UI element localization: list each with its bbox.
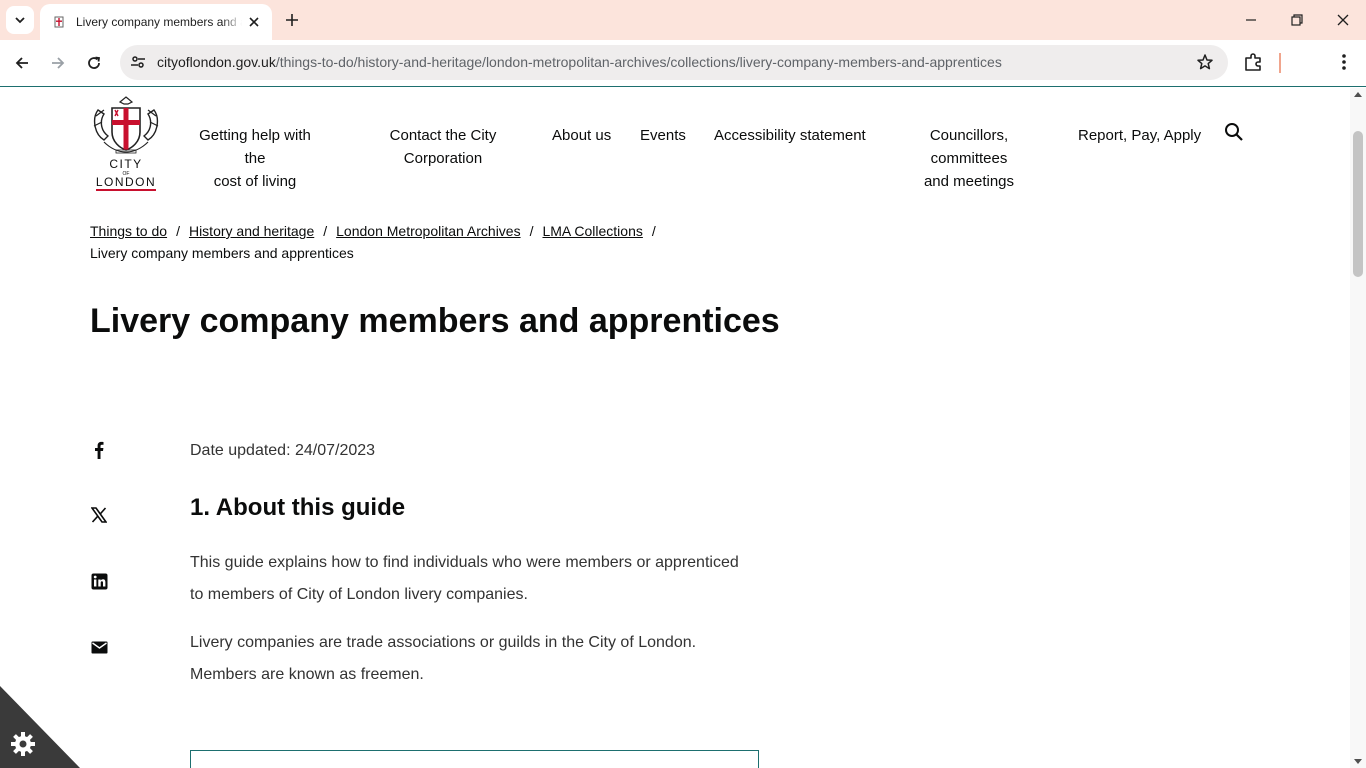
breadcrumb-separator: /: [176, 223, 180, 239]
scroll-up-arrow-icon[interactable]: [1354, 91, 1362, 97]
cookie-settings-button[interactable]: [0, 686, 80, 768]
logo-text-city: CITY: [109, 157, 142, 171]
search-icon[interactable]: [1224, 122, 1244, 142]
nav-events[interactable]: Events: [640, 124, 686, 147]
bookmark-star-icon[interactable]: [1196, 53, 1214, 71]
nav-label: cost of living: [213, 173, 297, 190]
site-info-tune-icon[interactable]: [130, 54, 146, 70]
url-path: /things-to-do/history-and-heritage/londo…: [275, 54, 1002, 70]
crest-icon: CITY OF LONDON: [93, 96, 159, 191]
breadcrumb-things-to-do[interactable]: Things to do: [90, 223, 167, 239]
breadcrumb-separator: /: [651, 223, 656, 239]
breadcrumb-london-metropolitan-archives[interactable]: London Metropolitan Archives: [336, 223, 520, 239]
scrollbar-thumb[interactable]: [1353, 131, 1363, 277]
breadcrumb-separator: /: [529, 223, 534, 239]
contents-box: [190, 750, 759, 768]
nav-label: Getting help with the: [199, 127, 311, 167]
nav-about-us[interactable]: About us: [552, 124, 611, 147]
url-host: cityoflondon.gov.uk: [157, 54, 276, 70]
logo-text-london: LONDON: [96, 175, 156, 189]
date-updated: Date updated: 24/07/2023: [190, 442, 376, 459]
section-heading: 1. About this guide: [190, 494, 406, 521]
breadcrumb-separator: /: [323, 223, 328, 239]
minimize-icon[interactable]: [1228, 0, 1274, 40]
city-of-london-logo[interactable]: CITY OF LONDON: [90, 96, 162, 192]
breadcrumb-lma-collections[interactable]: LMA Collections: [542, 223, 642, 239]
paragraph-line: This guide explains how to find individu…: [190, 554, 739, 571]
paragraph-line: Livery companies are trade associations …: [190, 634, 697, 651]
nav-label: Corporation: [403, 150, 483, 167]
paragraph-livery-definition: Livery companies are trade associations …: [190, 627, 770, 691]
nav-label: Councillors, committees: [929, 127, 1009, 167]
restore-icon[interactable]: [1274, 0, 1320, 40]
new-tab-plus-icon[interactable]: [280, 8, 304, 32]
nav-label: Contact the City: [389, 127, 497, 144]
chevron-down-icon: [15, 17, 25, 24]
paragraph-line: to members of City of London livery comp…: [190, 586, 528, 603]
nav-councillors[interactable]: Councillors, committees and meetings: [892, 124, 1046, 193]
breadcrumb: Things to do / History and heritage / London…: [90, 220, 665, 264]
back-arrow-icon[interactable]: [7, 48, 37, 78]
linkedin-icon[interactable]: [90, 572, 108, 590]
forward-arrow-icon[interactable]: [43, 48, 73, 78]
breadcrumb-current: Livery company members and apprentices: [90, 245, 354, 261]
paragraph-guide-intro: This guide explains how to find individu…: [190, 547, 770, 611]
nav-label: Events: [640, 127, 686, 144]
facebook-icon[interactable]: [90, 441, 108, 459]
page-title: Livery company members and apprentices: [90, 302, 780, 340]
city-crest-favicon-icon: [54, 16, 64, 28]
cookie-gear-icon: [11, 732, 35, 756]
nav-label: Report, Pay, Apply: [1078, 127, 1202, 144]
nav-report-pay-apply[interactable]: Report, Pay, Apply: [1078, 124, 1201, 147]
nav-contact[interactable]: Contact the City Corporation: [386, 124, 500, 170]
active-tab[interactable]: Livery company members and apprentices: [40, 4, 272, 40]
scroll-down-arrow-icon[interactable]: [1354, 759, 1362, 765]
profile-divider: [1279, 53, 1281, 73]
close-window-icon[interactable]: [1320, 0, 1366, 40]
paragraph-line: Members are known as freemen.: [190, 666, 424, 683]
browser-toolbar: cityoflondon.gov.uk/things-to-do/history…: [0, 40, 1366, 87]
nav-label: About us: [552, 127, 612, 144]
extensions-puzzle-icon[interactable]: [1243, 51, 1265, 73]
browser-tab-bar: Livery company members and apprentices: [0, 0, 1366, 40]
page-viewport: CITY OF LONDON Getting help with the cos…: [0, 88, 1350, 768]
email-icon[interactable]: [90, 638, 108, 656]
reload-icon[interactable]: [79, 48, 109, 78]
nav-label: and meetings: [923, 173, 1015, 190]
breadcrumb-history-and-heritage[interactable]: History and heritage: [189, 223, 314, 239]
more-vert-menu-icon[interactable]: [1334, 52, 1354, 72]
url-text: cityoflondon.gov.uk/things-to-do/history…: [157, 54, 1002, 70]
nav-label: Accessibility statement: [714, 127, 866, 144]
x-twitter-icon[interactable]: [90, 506, 108, 524]
address-bar[interactable]: cityoflondon.gov.uk/things-to-do/history…: [120, 45, 1228, 80]
tab-close-icon[interactable]: [244, 12, 264, 32]
page-scrollbar[interactable]: [1350, 88, 1366, 768]
nav-cost-of-living[interactable]: Getting help with the cost of living: [189, 124, 321, 193]
tab-title: Livery company members and apprentices: [76, 15, 242, 29]
nav-accessibility[interactable]: Accessibility statement: [714, 124, 866, 147]
tab-search-button[interactable]: [6, 6, 34, 34]
